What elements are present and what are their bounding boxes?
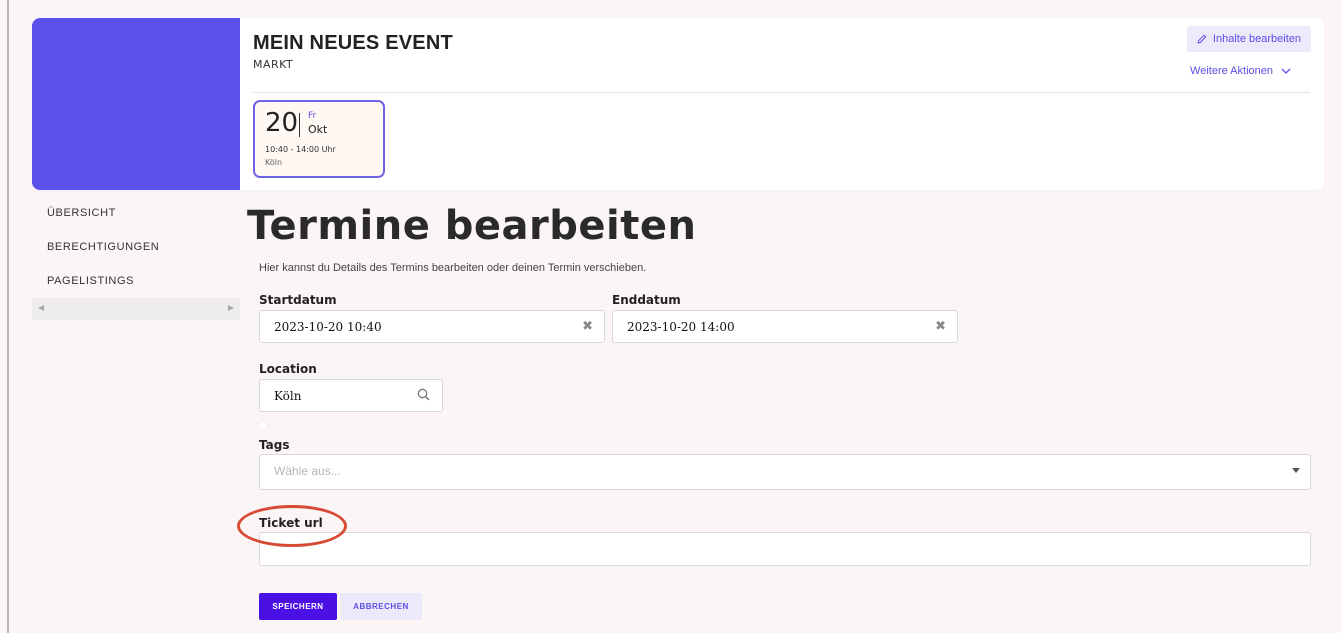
window-left-edge — [0, 0, 9, 633]
page-title: Termine bearbeiten — [247, 203, 697, 249]
event-title: MEIN NEUES EVENT — [253, 32, 453, 54]
date-day: 20 — [265, 108, 299, 138]
event-header-card: MEIN NEUES EVENT MARKT Inhalte bearbeite… — [32, 18, 1324, 190]
pencil-icon — [1197, 34, 1207, 44]
search-icon[interactable] — [417, 388, 430, 401]
more-actions-label: Weitere Aktionen — [1190, 65, 1273, 77]
page-description: Hier kannst du Details des Termins bearb… — [259, 262, 647, 274]
cancel-button[interactable]: ABBRECHEN — [340, 593, 422, 620]
scroll-left-icon[interactable]: ◀ — [38, 303, 44, 312]
tags-placeholder: Wähle aus... — [274, 464, 341, 478]
end-date-field[interactable]: 2023-10-20 14:00 ✖ — [612, 310, 958, 343]
date-location: Köln — [265, 158, 283, 167]
dropdown-arrow-icon[interactable] — [1292, 468, 1300, 473]
chevron-down-icon — [1281, 68, 1291, 74]
save-button[interactable]: SPEICHERN — [259, 593, 337, 620]
start-date-value: 2023-10-20 10:40 — [274, 320, 382, 334]
location-map-handle — [259, 420, 268, 429]
start-date-label: Startdatum — [259, 293, 337, 307]
sidebar-item-berechtigungen[interactable]: BERECHTIGUNGEN — [32, 241, 240, 275]
date-weekday: Fr — [308, 111, 317, 121]
header-divider — [253, 92, 1310, 93]
sidebar-item-uebersicht[interactable]: ÜBERSICHT — [32, 207, 240, 241]
start-date-field[interactable]: 2023-10-20 10:40 ✖ — [259, 310, 605, 343]
tags-select[interactable]: Wähle aus... — [259, 454, 1311, 490]
date-separator — [299, 113, 300, 137]
end-date-label: Enddatum — [612, 293, 681, 307]
clear-start-date-icon[interactable]: ✖ — [582, 319, 593, 334]
location-label: Location — [259, 362, 317, 376]
location-value: Köln — [274, 389, 302, 403]
sidebar-nav: ÜBERSICHT BERECHTIGUNGEN PAGELISTINGS — [32, 207, 240, 309]
edit-content-label: Inhalte bearbeiten — [1212, 33, 1301, 45]
event-category: MARKT — [253, 58, 294, 71]
sidebar-horizontal-scrollbar[interactable]: ◀ ▶ — [32, 298, 240, 320]
date-time: 10:40 - 14:00 Uhr — [265, 145, 336, 154]
end-date-value: 2023-10-20 14:00 — [627, 320, 735, 334]
scroll-right-icon[interactable]: ▶ — [228, 303, 234, 312]
event-cover-image[interactable] — [32, 18, 240, 190]
more-actions-dropdown[interactable]: Weitere Aktionen — [1190, 65, 1291, 77]
tags-label: Tags — [259, 438, 290, 452]
ticket-url-input[interactable] — [259, 532, 1311, 566]
clear-end-date-icon[interactable]: ✖ — [935, 319, 946, 334]
date-tile[interactable]: 20 Fr Okt 10:40 - 14:00 Uhr Köln — [253, 100, 385, 178]
edit-content-button[interactable]: Inhalte bearbeiten — [1186, 26, 1311, 52]
date-month: Okt — [308, 123, 328, 136]
location-search-input[interactable]: Köln — [259, 379, 443, 412]
ticket-url-label: Ticket url — [259, 516, 323, 530]
